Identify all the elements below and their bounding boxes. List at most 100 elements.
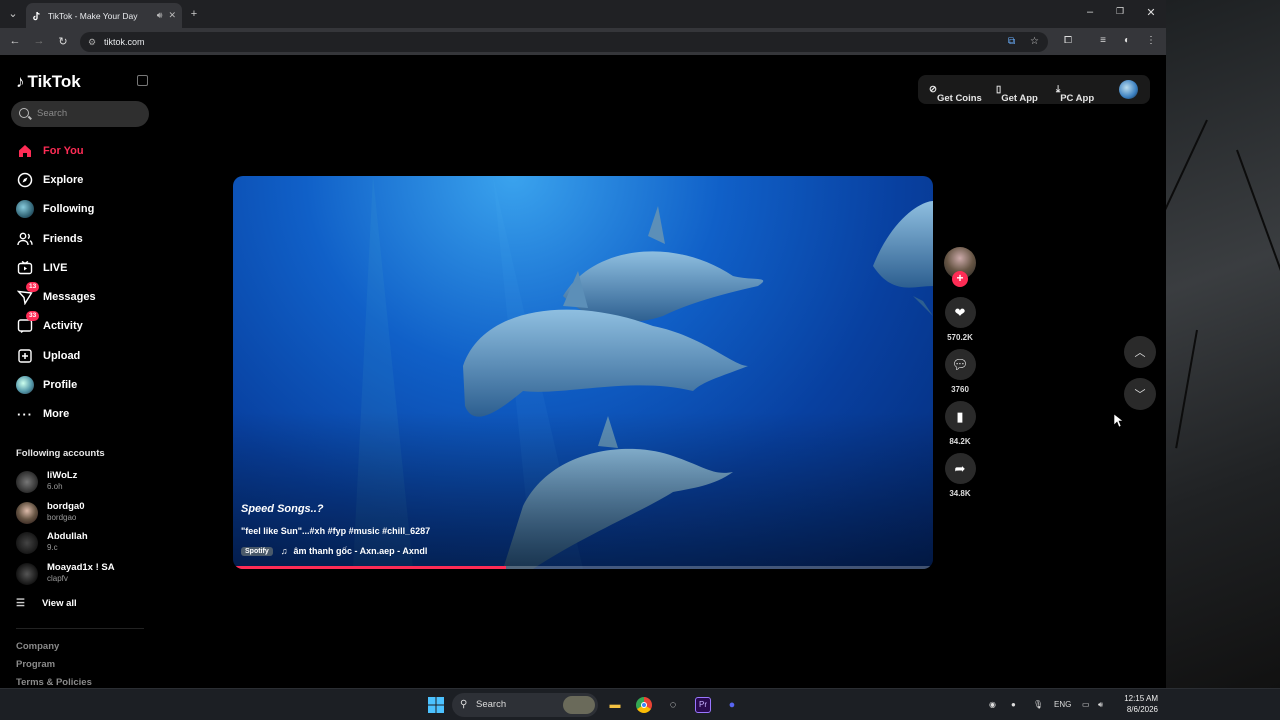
taskbar-search-label: Search [476,699,507,710]
tab-strip: ⌄ TikTok - Make Your Day 🔊︎ ✕ + – ❐ ✕ [0,0,1166,28]
tiktok-logo[interactable]: ♪ TikTok [16,72,81,92]
discord-icon[interactable]: ● [722,695,742,715]
close-tab-icon[interactable]: ✕ [168,10,176,21]
get-coins-label: Get Coins [936,93,982,104]
premiere-icon[interactable]: Pr [693,695,713,715]
comment-action[interactable]: 💬︎ 3760 [944,349,976,394]
speaker-icon[interactable]: 🔊︎ [157,10,163,21]
share-count: 34.8K [949,489,971,498]
sidebar-item-label: Activity [43,320,83,333]
following-account[interactable]: Moayad1x ! SA clapfv [16,560,156,588]
sidebar-item-explore[interactable]: Explore [0,165,160,194]
account-handle: clapfv [47,574,68,583]
following-account[interactable]: Abdullah 9.c [16,529,156,557]
sidebar-item-messages[interactable]: 13 Messages [0,282,160,311]
sidebar-item-upload[interactable]: Upload [0,341,160,370]
new-tab-button[interactable]: + [186,6,202,22]
brand-name: TikTok [27,72,81,91]
language-indicator[interactable]: ENG [1054,700,1071,709]
collapse-sidebar-icon[interactable] [137,75,148,86]
get-app-label: Get App [1001,93,1038,104]
sidebar-nav: For You Explore Following Friends LIVE 1… [0,136,160,429]
account-handle: bordgao [47,513,77,522]
tray-icon[interactable]: ◉ [989,700,996,709]
microphone-icon[interactable]: 🎙︎ [1033,700,1043,709]
chrome-icon[interactable] [634,695,654,715]
spotify-badge[interactable]: Spotify [241,546,273,556]
view-all-button[interactable]: ☰ View all [16,598,77,609]
video-progress-fill [233,566,506,569]
windows-taskbar: ⚲ Search ▬ ◌ Pr ● ◉ ● 🎙︎ ENG ▭ 🔊︎ 12:15 … [0,688,1280,720]
user-avatar[interactable] [1119,80,1138,99]
site-info-icon[interactable]: ⚙︎ [88,32,96,52]
restore-button[interactable]: ❐ [1112,6,1128,17]
extensions-icon[interactable]: ⧠ [1061,35,1075,46]
video-player[interactable]: Speed Songs..? "feel like Sun"...#xh #fy… [233,176,933,569]
video-music[interactable]: Spotify ♫ âm thanh gốc - Axn.aep - Axndl [241,546,427,556]
like-action[interactable]: ❤︎ 570.2K [944,297,976,342]
tab-tiktok[interactable]: TikTok - Make Your Day 🔊︎ ✕ [26,3,182,28]
bookmark-star-icon[interactable]: ☆ [1030,32,1039,52]
account-handle: 6.oh [47,482,63,491]
previous-video-button[interactable]: ︿ [1124,336,1156,368]
avatar [16,502,38,524]
tiktok-note-icon: ♪ [16,72,25,91]
close-window-button[interactable]: ✕ [1143,6,1159,19]
taskbar-search-input[interactable]: ⚲ Search [452,693,598,717]
network-icon[interactable]: ▭ [1082,700,1090,709]
chevron-down-icon: ﹀ [1134,389,1146,401]
divider [16,628,144,629]
sidebar-item-friends[interactable]: Friends [0,224,160,253]
app-icon[interactable]: ◌ [663,695,683,715]
forward-icon[interactable]: → [32,35,46,47]
activity-icon: 33 [16,311,40,335]
sidebar-item-activity[interactable]: 33 Activity [0,311,160,341]
search-input[interactable]: Search [11,101,149,127]
following-account[interactable]: liWoLz 6.oh [16,468,156,496]
sidebar-item-following[interactable]: Following [0,195,160,224]
heart-icon: ❤︎ [944,297,976,328]
profile-icon[interactable]: ◐ [1120,35,1134,46]
sidebar-item-profile[interactable]: Profile [0,370,160,399]
friends-icon [16,230,34,248]
video-progress-bar[interactable] [233,566,933,569]
account-name: Abdullah [47,531,88,542]
desktop-wallpaper [1130,0,1280,688]
system-clock[interactable]: 12:15 AM 8/6/2026 [1116,693,1158,715]
get-app-button[interactable]: ▯ Get App [996,84,1038,104]
tab-search-button[interactable]: ⌄ [5,6,21,22]
url-field[interactable]: ⚙︎ tiktok.com ⧉ ☆ [80,32,1048,52]
top-actions-bar: ⊘ Get Coins ▯ Get App ⤓ PC App [918,75,1150,104]
view-all-label: View all [42,598,77,609]
file-explorer-icon[interactable]: ▬ [605,695,625,715]
media-control-icon[interactable]: ≡ [1096,35,1110,46]
clock-date: 8/6/2026 [1126,705,1158,714]
minimize-button[interactable]: – [1082,6,1098,18]
avatar [16,471,38,493]
get-coins-button[interactable]: ⊘ Get Coins [929,84,982,104]
following-accounts-title: Following accounts [16,448,105,459]
windows-start-icon[interactable] [426,695,446,715]
footer-link-program[interactable]: Program [16,659,55,670]
sidebar-item-label: Explore [43,173,84,186]
follow-plus-icon[interactable]: + [952,271,968,287]
sidebar-item-label: Profile [43,379,78,392]
video-description[interactable]: "feel like Sun"...#xh #fyp #music #chill… [241,526,430,536]
pc-app-button[interactable]: ⤓ PC App [1056,84,1094,104]
save-action[interactable]: ▮ 84.2K [944,401,976,446]
next-video-button[interactable]: ﹀ [1124,378,1156,410]
share-icon: ➦ [944,453,976,484]
back-icon[interactable]: ← [8,35,22,47]
footer-link-terms[interactable]: Terms & Policies [16,677,92,688]
footer-link-company[interactable]: Company [16,641,59,652]
tray-icon[interactable]: ● [1011,700,1016,709]
sidebar-item-more[interactable]: ··· More [0,400,160,429]
sidebar-item-for-you[interactable]: For You [0,136,160,165]
volume-icon[interactable]: 🔊︎ [1098,700,1103,710]
install-app-icon[interactable]: ⧉ [1008,32,1015,52]
reload-icon[interactable]: ↻ [56,35,70,48]
sidebar-item-live[interactable]: LIVE [0,253,160,282]
following-account[interactable]: bordga0 bordgao [16,499,156,527]
share-action[interactable]: ➦ 34.8K [944,453,976,498]
menu-icon[interactable]: ⋮ [1144,35,1158,46]
